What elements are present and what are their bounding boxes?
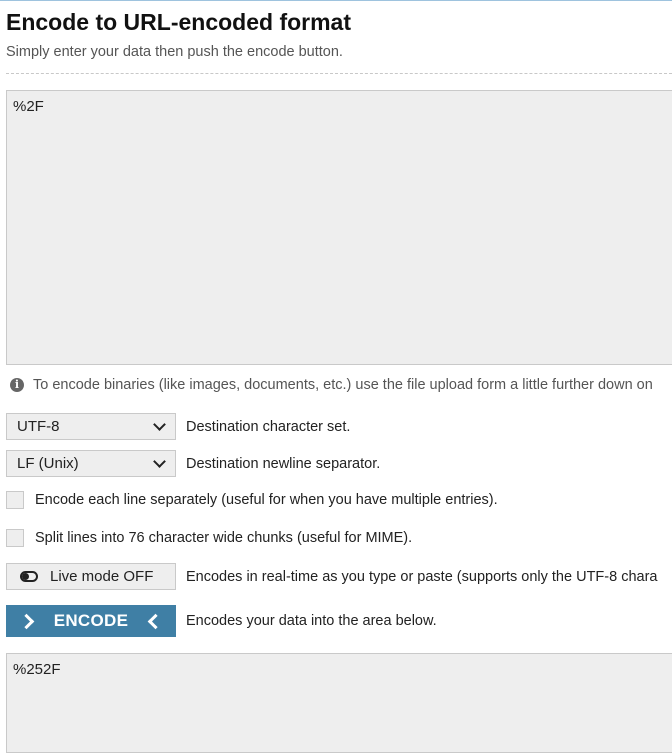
encode-description: Encodes your data into the area below.: [186, 613, 437, 629]
live-mode-description: Encodes in real-time as you type or past…: [186, 568, 658, 585]
newline-select[interactable]: LF (Unix): [6, 450, 176, 477]
live-mode-label: Live mode OFF: [50, 568, 154, 585]
chevron-down-icon: [153, 455, 166, 468]
newline-selected: LF (Unix): [17, 455, 79, 472]
charset-selected: UTF-8: [17, 418, 60, 435]
split-lines-label[interactable]: Split lines into 76 character wide chunk…: [35, 530, 412, 546]
split-lines-checkbox[interactable]: [6, 529, 24, 547]
info-text: To encode binaries (like images, documen…: [33, 377, 653, 393]
each-line-row: Encode each line separately (useful for …: [6, 491, 498, 509]
chevron-right-icon: [18, 613, 34, 629]
divider: [6, 73, 672, 74]
charset-label: Destination character set.: [186, 418, 351, 435]
encode-label: ENCODE: [53, 611, 129, 630]
chevron-down-icon: [153, 418, 166, 431]
encode-button[interactable]: ENCODE: [6, 605, 176, 637]
newline-row: LF (Unix) Destination newline separator.: [6, 450, 380, 477]
encode-row: ENCODE Encodes your data into the area b…: [6, 605, 437, 637]
output-textarea[interactable]: %252F: [6, 653, 672, 753]
info-icon: i: [10, 378, 24, 392]
info-note: i To encode binaries (like images, docum…: [10, 377, 653, 393]
live-mode-row: Live mode OFF Encodes in real-time as yo…: [6, 563, 657, 590]
page-subtitle: Simply enter your data then push the enc…: [6, 44, 343, 60]
charset-select[interactable]: UTF-8: [6, 413, 176, 440]
live-mode-button[interactable]: Live mode OFF: [6, 563, 176, 590]
page-title: Encode to URL-encoded format: [6, 9, 352, 35]
chevron-left-icon: [147, 613, 164, 629]
charset-row: UTF-8 Destination character set.: [6, 413, 350, 440]
input-textarea[interactable]: %2F: [6, 90, 672, 365]
each-line-label[interactable]: Encode each line separately (useful for …: [35, 492, 498, 508]
toggle-icon: [20, 571, 38, 582]
newline-label: Destination newline separator.: [186, 455, 381, 472]
split-lines-row: Split lines into 76 character wide chunk…: [6, 529, 412, 547]
each-line-checkbox[interactable]: [6, 491, 24, 509]
